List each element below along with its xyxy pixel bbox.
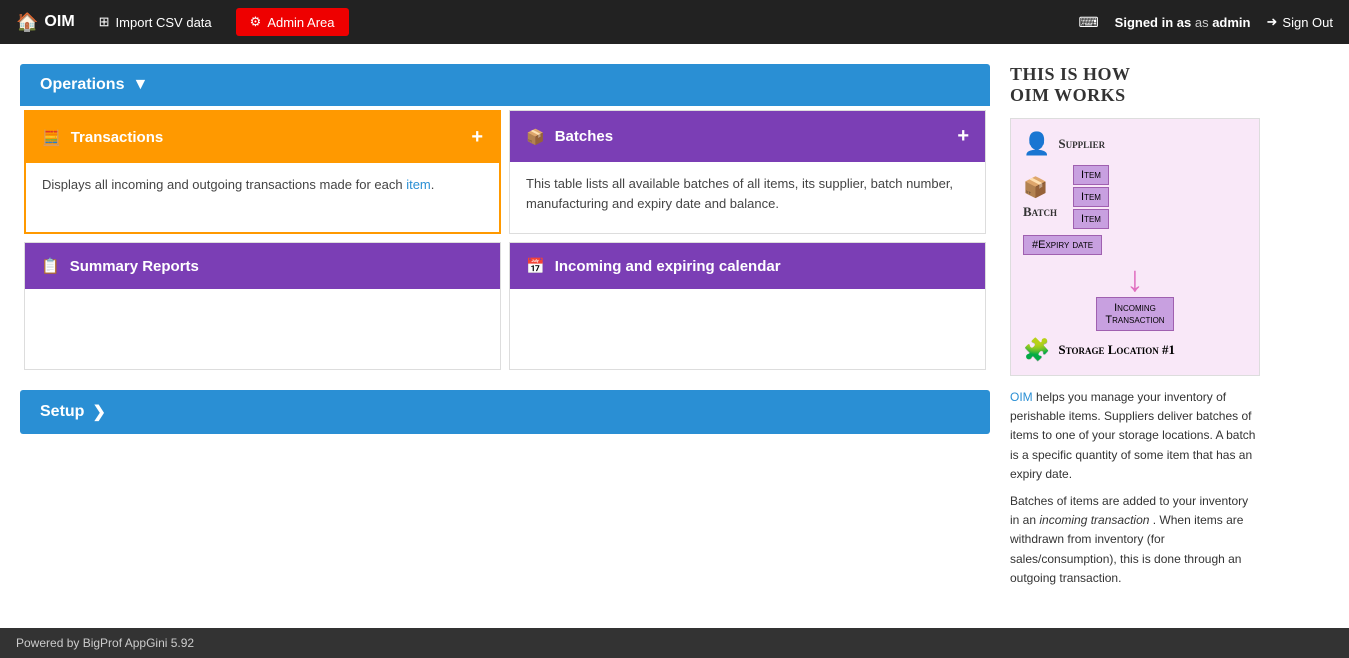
setup-label: Setup (40, 403, 84, 421)
calendar-body (510, 289, 985, 369)
items-section: Item Item Item (1073, 165, 1109, 229)
grid-icon: ⊞ (99, 14, 110, 30)
calendar-label: Incoming and expiring calendar (555, 258, 781, 275)
batch-label: Batch (1023, 204, 1057, 220)
description-text: OIM helps you manage your inventory of p… (1010, 388, 1260, 484)
incoming-transaction-em: incoming transaction (1039, 513, 1149, 527)
item-box-2: Item (1073, 187, 1109, 207)
logo: 🏠 OIM (16, 12, 75, 33)
batches-button[interactable]: 📦 Batches + (510, 111, 985, 162)
bottom-cards: 📋 Summary Reports 📅 Incoming and expirin… (20, 238, 990, 374)
how-it-works-title: This is howOIM works (1010, 64, 1260, 106)
transactions-label: Transactions (71, 129, 164, 146)
setup-arrow-icon: ❯ (92, 402, 105, 422)
storage-icon: 🧩 (1023, 337, 1050, 363)
footer: Powered by BigProf AppGini 5.92 (0, 628, 1349, 658)
signed-in-text: Signed in as as admin (1115, 15, 1251, 30)
import-csv-label: Import CSV data (116, 15, 212, 30)
gear-icon: ⚙ (250, 14, 262, 30)
summary-icon: 📋 (41, 257, 60, 275)
summary-body (25, 289, 500, 369)
batch-section: 📦 Batch (1023, 175, 1057, 220)
setup-header[interactable]: Setup ❯ (20, 390, 990, 434)
dropdown-icon: ▼ (132, 76, 148, 94)
summary-button[interactable]: 📋 Summary Reports (25, 243, 500, 289)
keyboard-icon: ⌨ (1078, 14, 1098, 31)
batches-plus-icon: + (957, 125, 969, 148)
expiry-row: #Expiry date (1023, 235, 1247, 255)
supplier-icon: 👤 (1023, 131, 1050, 157)
item-box-1: Item (1073, 165, 1109, 185)
incoming-label: Incoming Transaction (1096, 297, 1173, 331)
transactions-description: Displays all incoming and outgoing trans… (26, 163, 499, 215)
storage-row: 🧩 Storage Location #1 (1023, 337, 1247, 363)
footer-text: Powered by BigProf AppGini 5.92 (16, 636, 194, 650)
sign-out-button[interactable]: ➜ Sign Out (1267, 14, 1334, 30)
supplier-label: Supplier (1058, 136, 1105, 152)
batches-card: 📦 Batches + This table lists all availab… (509, 110, 986, 234)
transactions-plus-icon: + (471, 126, 483, 149)
top-cards: 🧮 Transactions + Displays all incoming a… (20, 106, 990, 238)
supplier-row: 👤 Supplier (1023, 131, 1247, 157)
calendar-button[interactable]: 📅 Incoming and expiring calendar (510, 243, 985, 289)
transactions-card: 🧮 Transactions + Displays all incoming a… (24, 110, 501, 234)
signout-icon: ➜ (1267, 14, 1278, 30)
batches-description: This table lists all available batches o… (510, 162, 985, 233)
import-csv-button[interactable]: ⊞ Import CSV data (91, 10, 220, 34)
item-link[interactable]: item (406, 177, 431, 192)
logo-text: OIM (44, 13, 74, 31)
batches-icon: 📦 (526, 128, 545, 146)
transactions-icon: 🧮 (42, 129, 61, 147)
incoming-row: Incoming Transaction (1023, 297, 1247, 331)
storage-label: Storage Location #1 (1058, 342, 1175, 358)
batch-icon: 📦 (1023, 175, 1048, 200)
item-box-3: Item (1073, 209, 1109, 229)
home-icon: 🏠 (16, 12, 38, 33)
diagram: 👤 Supplier 📦 Batch Item Item Item (1010, 118, 1260, 376)
calendar-icon: 📅 (526, 257, 545, 275)
summary-label: Summary Reports (70, 258, 199, 275)
admin-area-label: Admin Area (267, 15, 334, 30)
expiry-label: #Expiry date (1023, 235, 1102, 255)
transactions-button[interactable]: 🧮 Transactions + (26, 112, 499, 163)
batches-label: Batches (555, 128, 613, 145)
admin-area-button[interactable]: ⚙ Admin Area (236, 8, 349, 36)
operations-header[interactable]: Operations ▼ (20, 64, 990, 106)
content-area: Operations ▼ 🧮 Transactions + Displays a… (20, 64, 990, 588)
calendar-card: 📅 Incoming and expiring calendar (509, 242, 986, 370)
header: 🏠 OIM ⊞ Import CSV data ⚙ Admin Area ⌨ S… (0, 0, 1349, 44)
arrow-down: ↓ (1023, 261, 1247, 297)
oim-link[interactable]: OIM (1010, 390, 1033, 404)
summary-card: 📋 Summary Reports (24, 242, 501, 370)
operations-label: Operations (40, 76, 124, 94)
main-container: Operations ▼ 🧮 Transactions + Displays a… (0, 44, 1349, 608)
right-panel: This is howOIM works 👤 Supplier 📦 Batch (1010, 64, 1260, 588)
sign-out-label: Sign Out (1282, 15, 1333, 30)
header-right: ⌨ Signed in as as admin ➜ Sign Out (1078, 14, 1333, 31)
description-text-2: Batches of items are added to your inven… (1010, 492, 1260, 588)
